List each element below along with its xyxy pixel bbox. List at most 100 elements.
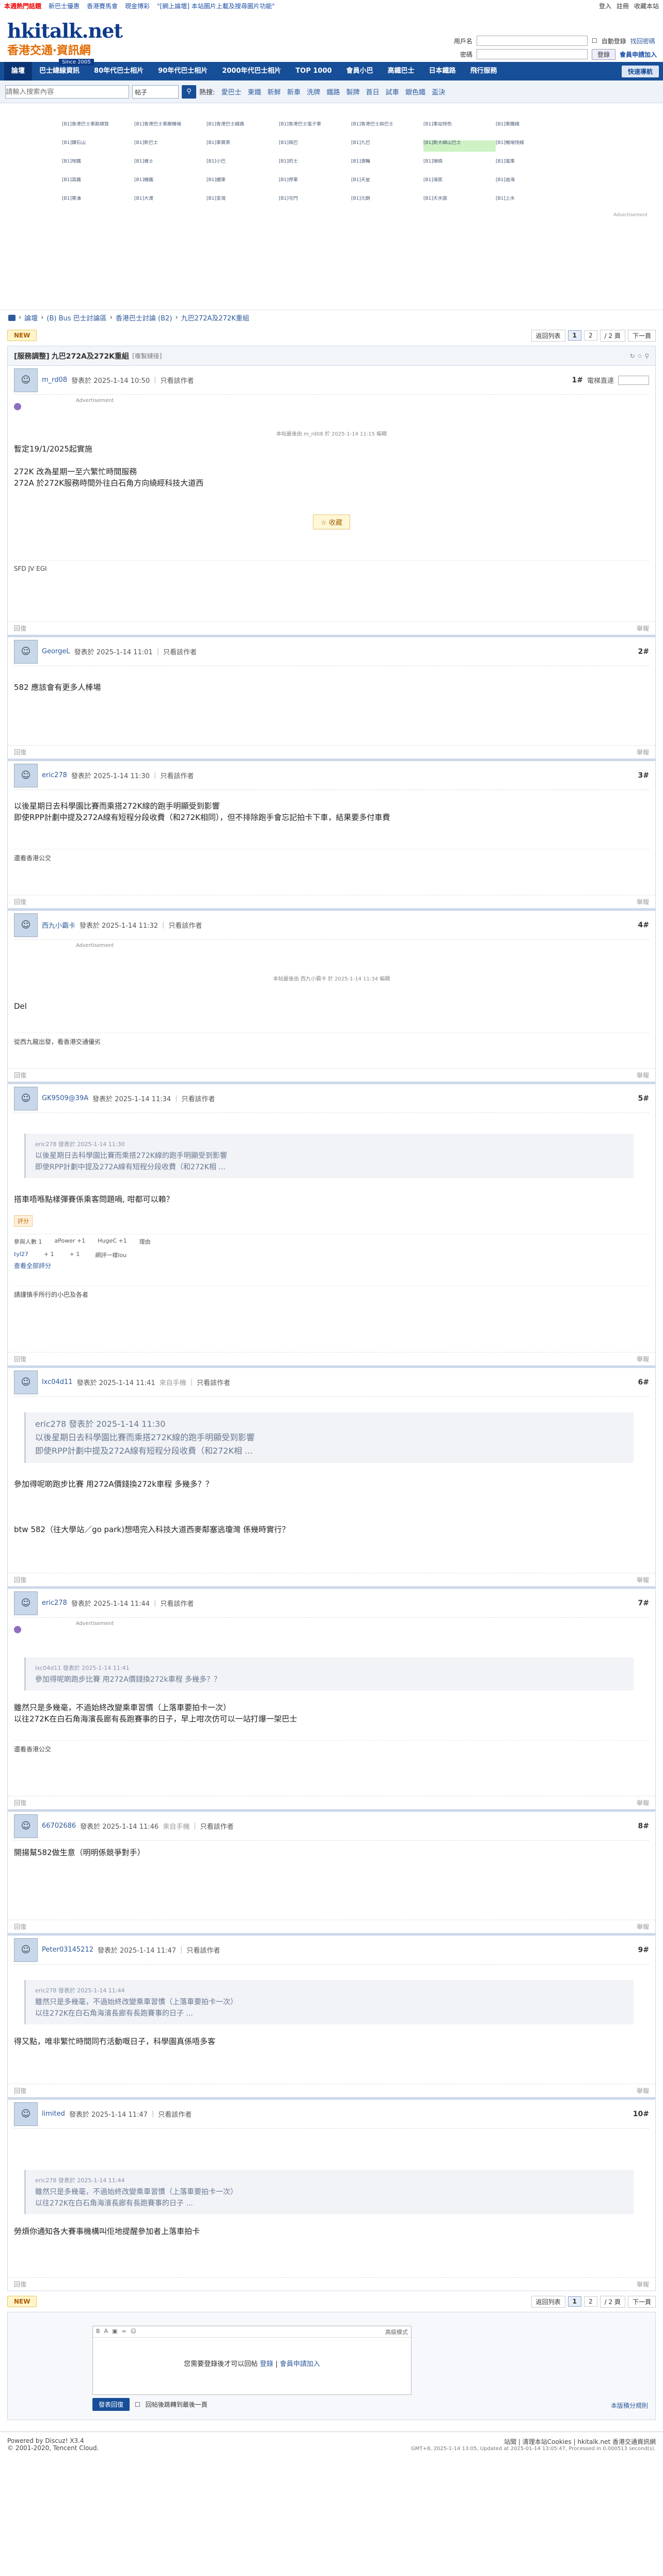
nav-item-rail-bus[interactable]: 高鐵巴士	[381, 62, 422, 81]
username-input[interactable]	[476, 36, 588, 46]
ad-link[interactable]: [B1]電車	[496, 159, 568, 170]
reply-button[interactable]: 回復	[14, 2086, 26, 2095]
avatar[interactable]: ☺	[14, 1370, 38, 1394]
nav-item-japan[interactable]: 日本鐵路	[422, 62, 463, 81]
ad-link[interactable]: [B1]香港巴士車款總覽	[62, 122, 134, 133]
advanced-mode-link[interactable]: 高級模式	[385, 2328, 408, 2336]
top-login-link[interactable]: 登入	[599, 2, 611, 10]
only-author-link[interactable]: 只看該作者	[163, 647, 197, 656]
ad-link[interactable]: [B1]的士	[279, 159, 351, 170]
post-author[interactable]: lxc04d11	[42, 1378, 73, 1386]
top-link-2[interactable]: 香港賽馬會	[87, 2, 118, 10]
login-button[interactable]: 登錄	[591, 49, 615, 60]
report-button[interactable]: 舉報	[637, 2086, 649, 2095]
search-type-select[interactable]: 帖子	[132, 85, 179, 99]
nav-item-minibus[interactable]: 會員小巴	[339, 62, 381, 81]
ad-link[interactable]: [B1]纜車	[207, 178, 279, 189]
home-icon[interactable]	[8, 314, 15, 321]
ad-link[interactable]: [B1]鑽石山	[62, 140, 134, 152]
only-author-link[interactable]: 只看該作者	[182, 1093, 215, 1103]
bold-icon[interactable]: B	[96, 2328, 100, 2336]
post-floor[interactable]: 9#	[638, 1946, 649, 1954]
hot-search-item[interactable]: 試車	[386, 89, 399, 96]
hot-search-item[interactable]: 新鮮	[267, 89, 281, 96]
post-author[interactable]: eric278	[42, 771, 67, 779]
crumb-thread[interactable]: 九巴272A及272K重組	[181, 313, 249, 323]
reply-button[interactable]: 回復	[14, 1798, 26, 1807]
password-input[interactable]	[476, 49, 588, 59]
quote-source[interactable]: eric278 發表於 2025-1-14 11:44	[35, 1985, 624, 1997]
only-author-link[interactable]: 只看該作者	[186, 1945, 220, 1955]
ad-link[interactable]: [B1]上水	[496, 196, 568, 207]
ad-link[interactable]: [B1]東涌	[62, 196, 134, 207]
site-logo[interactable]: hkitalk.net 香港交通‧資訊網 Since 2005	[7, 21, 126, 66]
nav-item-flight[interactable]: 飛行服務	[463, 62, 504, 81]
ad-link[interactable]: [B1]車站特色	[423, 122, 496, 133]
reply-button[interactable]: 回復	[14, 897, 26, 906]
ad-link[interactable]: [B1]香港巴士車廠機場	[134, 122, 207, 133]
avatar[interactable]: ☺	[14, 368, 38, 392]
post-author[interactable]: limited	[42, 2110, 65, 2118]
page-1[interactable]: 1	[567, 330, 582, 341]
hot-search-item[interactable]: 東鐵	[248, 89, 261, 96]
avatar[interactable]: ☺	[14, 763, 38, 787]
ad-link[interactable]: [B1]地鐵	[62, 159, 134, 170]
forgot-password-link[interactable]: 找回密碼	[630, 37, 655, 45]
ad-link[interactable]: [B1]小巴	[207, 159, 279, 170]
nav-item-2000s[interactable]: 2000年代巴士相片	[215, 62, 288, 81]
report-button[interactable]: 舉報	[637, 897, 649, 906]
page-1[interactable]: 1	[567, 2296, 582, 2307]
reply-editor[interactable]: B A ▣ ∞ ☺ 高級模式 您需要登錄後才可以回帖 登錄 | 會員申請加入	[92, 2326, 412, 2395]
post-floor[interactable]: 4#	[638, 921, 649, 929]
report-button[interactable]: 舉報	[637, 2280, 649, 2289]
ad-link[interactable]: [B1]機場快線	[496, 140, 568, 152]
post-floor[interactable]: 2#	[638, 648, 649, 656]
ad-link[interactable]: [B1]香港巴士線路	[207, 122, 279, 133]
ad-link[interactable]: [B1]元朗	[351, 196, 423, 207]
new-thread-button[interactable]: NEW	[7, 2296, 37, 2307]
ad-link[interactable]: [B1]天水圍	[423, 196, 496, 207]
reply-button[interactable]: 回復	[14, 1071, 26, 1080]
report-button[interactable]: 舉報	[637, 1575, 649, 1584]
avatar[interactable]: ☺	[14, 1591, 38, 1615]
top-hot-link[interactable]: 本週熱門話題	[4, 2, 41, 10]
post-author[interactable]: GeorgeL	[42, 648, 70, 655]
post-floor[interactable]: 3#	[638, 771, 649, 780]
report-button[interactable]: 舉報	[637, 1355, 649, 1363]
submit-reply-button[interactable]: 發表回復	[92, 2398, 130, 2411]
hot-search-item[interactable]: 首日	[366, 89, 380, 96]
page-2[interactable]: 2	[584, 330, 597, 341]
crumb-hk-bus[interactable]: 香港巴士討論 (B2)	[116, 313, 172, 323]
quote-source[interactable]: lxc04d11 發表於 2025-1-14 11:41	[35, 1663, 624, 1674]
ad-link[interactable]: [B1]海底	[423, 178, 496, 189]
rating-log-link[interactable]: 查看全部評分	[14, 1261, 649, 1270]
quote-source[interactable]: eric278 發表於 2025-1-14 11:30	[35, 1139, 624, 1150]
search-input[interactable]	[5, 85, 129, 99]
new-thread-button[interactable]: NEW	[7, 330, 37, 341]
copy-link[interactable]: [複製鏈接]	[132, 351, 162, 360]
hot-search-item[interactable]: 盃決	[432, 89, 445, 96]
thread-tools-icon[interactable]: ↻ ☆ ⚲	[630, 352, 649, 360]
post-author[interactable]: eric278	[42, 1599, 67, 1607]
post-floor[interactable]: 10#	[633, 2110, 649, 2118]
post-floor[interactable]: 6#	[638, 1378, 649, 1387]
hot-search-item[interactable]: 愛巴士	[222, 89, 242, 96]
post-author[interactable]: Peter03145212	[42, 1946, 93, 1954]
ad-link[interactable]: [B1]大澳	[134, 196, 207, 207]
post-floor[interactable]: 7#	[638, 1599, 649, 1607]
score-rules-link[interactable]: 本版積分規則	[611, 2401, 648, 2410]
report-button[interactable]: 舉報	[637, 1922, 649, 1931]
ad-link[interactable]: [B1]雅士	[134, 159, 207, 170]
post-floor[interactable]: 5#	[638, 1094, 649, 1103]
ad-link[interactable]: [B1]東鐵綫	[496, 122, 568, 133]
ad-link[interactable]: [B1]荃灣	[207, 196, 279, 207]
hot-search-item[interactable]: 銀色鐵	[405, 89, 425, 96]
ad-link[interactable]: [B1]香港巴士電子車	[279, 122, 351, 133]
nav-item-90s[interactable]: 90年代巴士相片	[151, 62, 215, 81]
avatar[interactable]: ☺	[14, 1814, 38, 1838]
post-author[interactable]: GK9509@39A	[42, 1094, 88, 1102]
quote-source[interactable]: eric278 發表於 2025-1-14 11:44	[35, 2175, 624, 2186]
ad-link[interactable]: [B1]環繞	[423, 159, 496, 170]
reply-button[interactable]: 回復	[14, 2280, 26, 2289]
rating-user[interactable]: tyl27	[14, 1251, 28, 1259]
